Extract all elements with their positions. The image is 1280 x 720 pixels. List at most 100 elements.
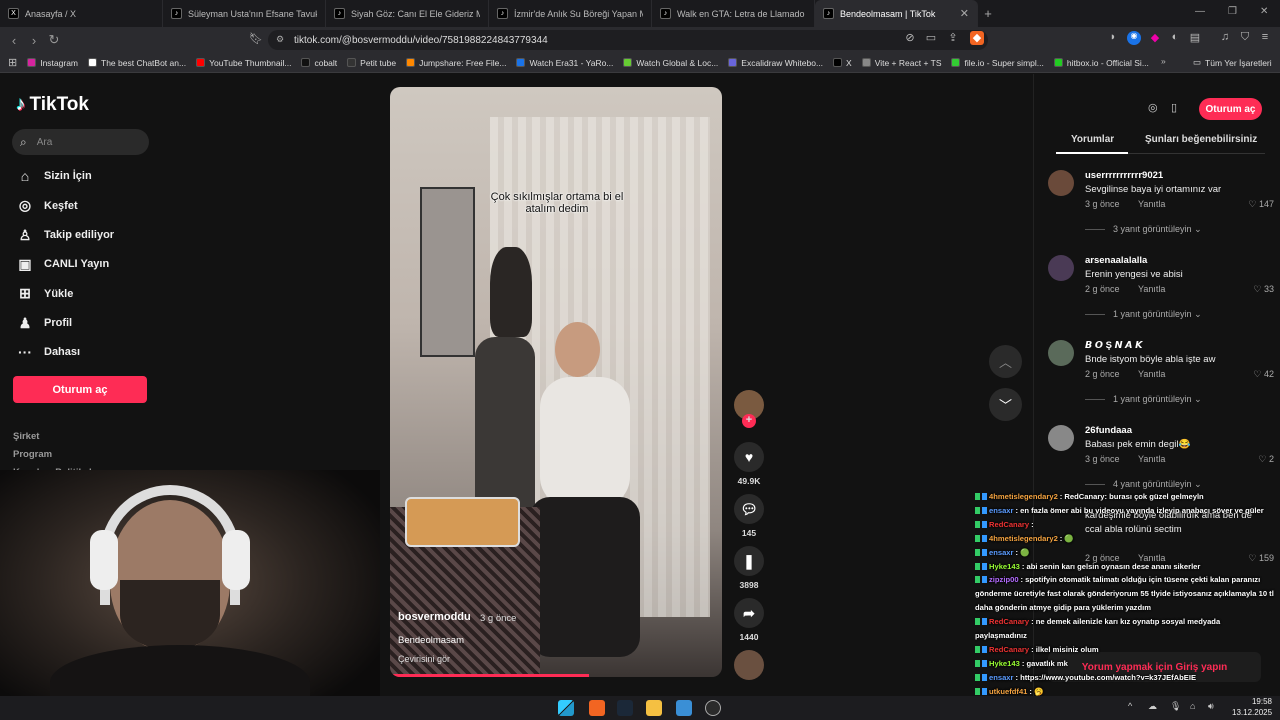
music-icon[interactable]: ♫ xyxy=(1218,31,1232,45)
comment-username[interactable]: 26fundaaa xyxy=(1085,425,1132,436)
close-tab-icon[interactable]: ✕ xyxy=(960,7,969,20)
reply-button[interactable]: Yanıtla xyxy=(1138,454,1165,464)
reply-button[interactable]: Yanıtla xyxy=(1138,369,1165,379)
sidebar-item-4[interactable]: ⊞ Yükle xyxy=(16,285,73,302)
url-bar[interactable]: ⚙ tiktok.com/@bosvermoddu/video/75819882… xyxy=(268,30,988,50)
brave-shield-icon[interactable]: ◆ xyxy=(970,31,984,45)
microphone-icon[interactable]: 🎙︎ xyxy=(1170,701,1181,712)
creator-avatar[interactable]: + xyxy=(733,390,765,428)
next-video-button[interactable]: ﹀ xyxy=(989,388,1022,421)
bookmark-item[interactable]: The best ChatBot an... xyxy=(83,58,191,68)
more-bookmarks-icon[interactable]: » xyxy=(1161,56,1166,66)
browser-tab[interactable]: ♪ Süleyman Usta'nın Efsane Tavuk Dön xyxy=(163,0,326,27)
footer-link[interactable]: Şirket xyxy=(13,431,39,442)
like-button[interactable]: ♥ 49.9K xyxy=(733,442,765,486)
bookmark-item[interactable]: Instagram xyxy=(22,58,83,68)
minimize-icon[interactable]: — xyxy=(1195,6,1205,17)
brave-browser-icon[interactable] xyxy=(589,700,605,716)
footer-link[interactable]: Program xyxy=(13,449,52,460)
browser-tab[interactable]: ♪ İzmir'de Anlık Su Böreği Yapan Meşh xyxy=(489,0,652,27)
previous-video-button[interactable]: ︿ xyxy=(989,345,1022,378)
windows-start-icon[interactable] xyxy=(558,700,574,716)
remote-desktop-icon[interactable] xyxy=(676,700,692,716)
system-clock[interactable]: 19:58 13.12.2025 xyxy=(1232,696,1272,718)
comment-likes[interactable]: ♡ 2 xyxy=(1258,454,1274,465)
bookmark-item[interactable]: Jumpshare: Free File... xyxy=(401,58,511,68)
comment-likes[interactable]: ♡ 33 xyxy=(1253,284,1274,295)
search-input[interactable]: ⌕ Ara xyxy=(12,129,149,155)
steam-icon[interactable] xyxy=(617,700,633,716)
comment-button[interactable]: 💬︎ 145 xyxy=(733,494,765,538)
sidebar-item-1[interactable]: ◎ Keşfet xyxy=(16,197,78,214)
obs-icon[interactable] xyxy=(705,700,721,716)
avatar[interactable] xyxy=(1048,425,1074,451)
browser-tab[interactable]: ♪ Walk en GTA: Letra de Llamado de E xyxy=(652,0,815,27)
sidebar-item-2[interactable]: ♙ Takip ediliyor xyxy=(16,227,114,244)
bookmarks-folder[interactable]: ▭ Tüm Yer İşaretleri xyxy=(1188,57,1277,68)
extension-icon[interactable]: ◐ xyxy=(1168,31,1182,45)
wallet-icon[interactable]: ▤ xyxy=(1188,31,1202,45)
login-button[interactable]: Oturum aç xyxy=(13,376,147,403)
bookmark-item[interactable]: YouTube Thumbnail... xyxy=(191,58,296,68)
volume-icon[interactable]: 🔊︎ xyxy=(1208,701,1214,712)
restore-icon[interactable]: ❐ xyxy=(1228,6,1237,17)
avatar[interactable] xyxy=(1048,170,1074,196)
share-button[interactable]: ➦ 1440 xyxy=(733,598,765,642)
bookmark-item[interactable]: Vite + React + TS xyxy=(857,58,947,68)
network-icon[interactable]: ⌂ xyxy=(1190,701,1195,711)
extension-icon[interactable]: ◉ xyxy=(1127,31,1141,45)
avatar[interactable] xyxy=(1048,340,1074,366)
vpn-icon[interactable]: ⛉ xyxy=(1238,31,1252,45)
voice-icon[interactable]: ◗ xyxy=(1106,31,1120,45)
browser-tab[interactable]: ♪ Bendeolmasam | TikTok ✕ xyxy=(815,0,978,27)
browser-tab[interactable]: ♪ Siyah Göz: Canı El Ele Gideriz Mahşer xyxy=(326,0,489,27)
sidebar-item-6[interactable]: ··· Dahası xyxy=(16,344,80,360)
reply-button[interactable]: Yanıtla xyxy=(1138,199,1165,209)
view-replies-button[interactable]: 4 yanıt görüntüleyin ⌄ xyxy=(1085,479,1202,490)
bookmark-item[interactable]: Excalidraw Whitebo... xyxy=(723,58,828,68)
reader-mode-icon[interactable]: ⊘ xyxy=(903,31,917,45)
translate-link[interactable]: Çevirisini gör xyxy=(398,654,450,664)
tiktok-logo[interactable]: ♪ TikTok xyxy=(16,94,89,116)
browser-tab[interactable]: X Anasayfa / X xyxy=(0,0,163,27)
view-replies-button[interactable]: 1 yanıt görüntüleyin ⌄ xyxy=(1085,394,1202,405)
file-explorer-icon[interactable] xyxy=(646,700,662,716)
reply-button[interactable]: Yanıtla xyxy=(1138,284,1165,294)
back-icon[interactable]: ‹ xyxy=(4,33,24,48)
follow-plus-icon[interactable]: + xyxy=(742,414,756,428)
new-tab-button[interactable]: + xyxy=(978,6,998,21)
tab-comments[interactable]: Yorumlar xyxy=(1071,134,1114,145)
sidebar-item-3[interactable]: ▣ CANLI Yayın xyxy=(16,256,109,273)
tray-chevron-icon[interactable]: ^ xyxy=(1128,701,1132,711)
panel-login-button[interactable]: Oturum aç xyxy=(1199,98,1262,120)
tray-cloud-icon[interactable]: ☁ xyxy=(1148,701,1157,712)
view-replies-button[interactable]: 3 yanıt görüntüleyin ⌄ xyxy=(1085,224,1202,235)
sidebar-item-5[interactable]: ♟ Profil xyxy=(16,315,72,332)
bookmark-item[interactable]: hitbox.io - Official Si... xyxy=(1049,58,1154,68)
site-info-icon[interactable]: ⚙ xyxy=(276,34,284,45)
bookmark-item[interactable]: Watch Global & Loc... xyxy=(618,58,723,68)
apps-grid-icon[interactable]: ⊞ xyxy=(0,56,22,69)
cast-icon[interactable]: ▭ xyxy=(924,31,938,45)
comment-likes[interactable]: ♡ 42 xyxy=(1253,369,1274,380)
bookmark-item[interactable]: cobalt xyxy=(296,58,342,68)
reload-icon[interactable]: ↻ xyxy=(44,32,64,48)
view-replies-button[interactable]: 1 yanıt görüntüleyin ⌄ xyxy=(1085,309,1202,320)
comment-likes[interactable]: ♡ 147 xyxy=(1248,199,1274,210)
bookmark-item[interactable]: X xyxy=(828,58,857,68)
forward-icon[interactable]: › xyxy=(24,33,44,48)
extension-icon[interactable]: ◆ xyxy=(1148,31,1162,45)
comment-username[interactable]: 𝘽 𝙊 Ş 𝙉 𝘼 𝙆 xyxy=(1085,340,1143,351)
bookmark-item[interactable]: Petit tube xyxy=(342,58,401,68)
close-window-icon[interactable]: ✕ xyxy=(1260,6,1268,17)
comment-username[interactable]: arsenaalalalla xyxy=(1085,255,1147,266)
tab-you-may-like[interactable]: Şunları beğenebilirsiniz xyxy=(1145,134,1257,145)
bookmark-item[interactable]: file.io - Super simpl... xyxy=(946,58,1048,68)
bookmark-page-icon[interactable]: 🔖︎ xyxy=(249,32,263,45)
avatar[interactable] xyxy=(1048,255,1074,281)
share-icon[interactable]: ⇪ xyxy=(946,31,960,45)
music-disc[interactable] xyxy=(733,650,765,684)
menu-icon[interactable]: ≡ xyxy=(1258,31,1272,45)
video-progress[interactable] xyxy=(390,674,590,677)
video-player[interactable]: Çok sıkılmışlar ortama bi el atalım dedi… xyxy=(390,87,722,677)
